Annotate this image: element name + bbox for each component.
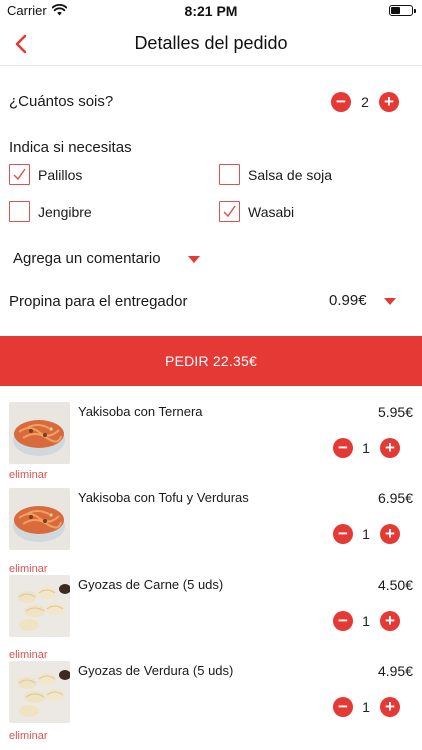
battery-icon (389, 5, 416, 16)
people-count-value: 2 (361, 94, 369, 110)
item-quantity: 1 (362, 613, 370, 629)
option-label-palillos: Palillos (38, 167, 83, 183)
item-decrement-button[interactable]: − (333, 697, 353, 717)
people-increment-button[interactable]: + (379, 92, 399, 112)
checkbox-palillos[interactable] (9, 164, 30, 185)
item-name: Gyozas de Carne (5 uds) (78, 577, 224, 592)
remove-item-link[interactable]: eliminar (9, 649, 48, 661)
add-comment-toggle[interactable]: Agrega un comentario (13, 250, 161, 267)
item-image-noodles (9, 488, 70, 550)
checkbox-salsa-de-soja[interactable] (219, 164, 240, 185)
item-image-dumplings (9, 661, 70, 723)
people-count-label: ¿Cuántos sois? (9, 93, 114, 110)
item-price: 4.50€ (377, 577, 413, 593)
navigation-bar: Detalles del pedido (0, 22, 422, 66)
item-price: 4.95€ (377, 663, 413, 679)
item-increment-button[interactable]: + (380, 697, 400, 717)
caret-down-icon[interactable] (384, 298, 396, 305)
item-increment-button[interactable]: + (380, 524, 400, 544)
option-label-wasabi: Wasabi (248, 204, 295, 220)
item-increment-button[interactable]: + (380, 438, 400, 458)
people-decrement-button[interactable]: − (331, 92, 351, 112)
item-decrement-button[interactable]: − (333, 611, 353, 631)
option-label-salsa-de-soja: Salsa de soja (248, 167, 333, 183)
tip-value-select[interactable]: 0.99€ (329, 292, 367, 309)
item-price: 6.95€ (377, 490, 413, 506)
check-icon (13, 168, 26, 181)
status-time: 8:21 PM (184, 3, 238, 19)
option-label-jengibre: Jengibre (38, 204, 92, 220)
order-button[interactable]: PEDIR 22.35€ (0, 336, 422, 386)
item-name: Yakisoba con Tofu y Verduras (78, 490, 249, 505)
item-quantity: 1 (362, 526, 370, 542)
item-decrement-button[interactable]: − (333, 524, 353, 544)
cart-item: Gyozas de Verdura (5 uds) 4.95€ − 1 + el… (0, 661, 422, 747)
extras-title: Indica si necesitas (9, 139, 132, 156)
checkbox-wasabi[interactable] (219, 201, 240, 222)
cart-item: Gyozas de Carne (5 uds) 4.50€ − 1 + (0, 575, 422, 661)
remove-item-link[interactable]: eliminar (9, 563, 48, 575)
remove-item-link[interactable]: eliminar (9, 469, 48, 481)
item-name: Yakisoba con Ternera (78, 404, 203, 419)
item-quantity: 1 (362, 440, 370, 456)
item-price: 5.95€ (377, 404, 413, 420)
item-decrement-button[interactable]: − (333, 438, 353, 458)
status-bar: Carrier 8:21 PM (0, 0, 422, 22)
item-image-dumplings (9, 575, 70, 637)
cart-item: Yakisoba con Tofu y Verduras 6.95€ − 1 + (0, 488, 422, 574)
item-increment-button[interactable]: + (380, 611, 400, 631)
item-image-noodles (9, 402, 70, 464)
cart-item: Yakisoba con Ternera 5.95€ − 1 + elimina… (0, 402, 422, 488)
remove-item-link[interactable]: eliminar (9, 730, 48, 742)
tip-label: Propina para el entregador (9, 293, 188, 310)
item-name: Gyozas de Verdura (5 uds) (78, 663, 234, 678)
page-title: Detalles del pedido (134, 33, 288, 53)
check-icon (223, 205, 236, 218)
caret-down-icon[interactable] (188, 256, 200, 263)
item-quantity: 1 (362, 699, 370, 715)
checkbox-jengibre[interactable] (9, 201, 30, 222)
